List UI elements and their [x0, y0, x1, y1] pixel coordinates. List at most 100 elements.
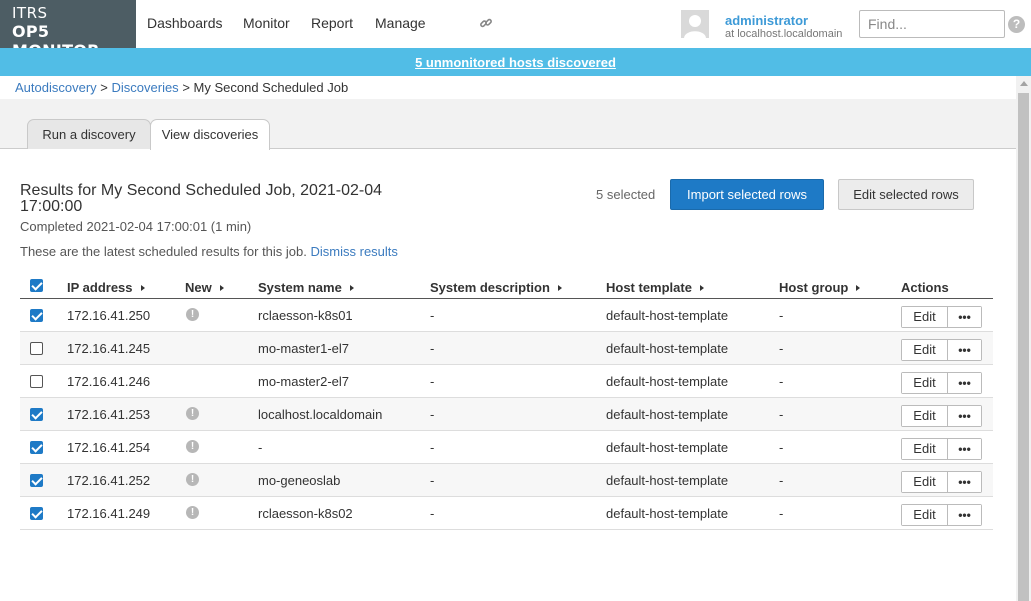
column-ip-label: IP address [67, 280, 133, 295]
user-name[interactable]: administrator [725, 13, 808, 28]
nav-dashboards[interactable]: Dashboards [147, 15, 223, 31]
nav-report[interactable]: Report [311, 15, 353, 31]
unmonitored-hosts-link[interactable]: 5 unmonitored hosts discovered [415, 55, 616, 70]
user-avatar-icon[interactable] [681, 10, 709, 38]
edit-button[interactable]: Edit [902, 340, 948, 360]
user-host: at localhost.localdomain [725, 28, 843, 40]
edit-button[interactable]: Edit [902, 307, 948, 327]
breadcrumb-discoveries[interactable]: Discoveries [112, 80, 179, 95]
row-checkbox[interactable] [30, 474, 43, 487]
table-row: 172.16.41.253 ! localhost.localdomain - … [20, 398, 993, 431]
search-input[interactable] [859, 10, 1005, 38]
system-description: - [430, 473, 435, 488]
ip-address: 172.16.41.249 [67, 506, 151, 521]
host-group: - [779, 407, 784, 422]
breadcrumb-autodiscovery[interactable]: Autodiscovery [15, 80, 97, 95]
nav-monitor[interactable]: Monitor [243, 15, 290, 31]
more-options-icon[interactable]: ••• [948, 472, 981, 492]
system-name: - [258, 440, 263, 455]
column-host-group[interactable]: Host group [779, 280, 861, 295]
new-host-icon: ! [186, 308, 199, 321]
row-actions: Edit ••• [901, 504, 982, 526]
tab-run-a-discovery[interactable]: Run a discovery [27, 119, 151, 149]
sort-arrow-icon [219, 285, 224, 291]
column-ip-address[interactable]: IP address [67, 280, 145, 295]
system-name: mo-master1-el7 [258, 341, 350, 356]
column-host-group-label: Host group [779, 280, 849, 295]
completed-text: Completed 2021-02-04 17:00:01 (1 min) [20, 219, 252, 234]
ip-address: 172.16.41.253 [67, 407, 151, 422]
ip-address: 172.16.41.245 [67, 341, 151, 356]
table-row: 172.16.41.254 ! - - default-host-templat… [20, 431, 993, 464]
logo-line1: ITRS [12, 4, 48, 22]
host-group: - [779, 506, 784, 521]
system-description: - [430, 506, 435, 521]
edit-button[interactable]: Edit [902, 472, 948, 492]
row-checkbox[interactable] [30, 309, 43, 322]
tabs-bar: Run a discovery View discoveries [0, 99, 1016, 150]
column-system-description[interactable]: System description [430, 280, 562, 295]
new-host-icon: ! [186, 506, 199, 519]
table-row: 172.16.41.252 ! mo-geneoslab - default-h… [20, 464, 993, 497]
system-name: rclaesson-k8s01 [258, 308, 353, 323]
column-new-label: New [185, 280, 212, 295]
scrollbar-thumb[interactable] [1018, 93, 1029, 601]
link-icon[interactable] [479, 16, 493, 30]
edit-button[interactable]: Edit [902, 505, 948, 525]
column-host-template-label: Host template [606, 280, 692, 295]
row-actions: Edit ••• [901, 405, 982, 427]
row-checkbox[interactable] [30, 408, 43, 421]
system-description: - [430, 308, 435, 323]
nav-manage[interactable]: Manage [375, 15, 426, 31]
row-checkbox[interactable] [30, 375, 43, 388]
latest-results-label: These are the latest scheduled results f… [20, 244, 307, 259]
table-row: 172.16.41.246 mo-master2-el7 - default-h… [20, 365, 993, 398]
results-table: IP address New System name System descri… [20, 276, 993, 530]
column-system-name[interactable]: System name [258, 280, 354, 295]
op5-logo[interactable]: ITRS OP5 MONITOR [0, 0, 136, 60]
edit-selected-rows-button[interactable]: Edit selected rows [838, 179, 974, 210]
host-template: default-host-template [606, 473, 729, 488]
breadcrumb: Autodiscovery > Discoveries > My Second … [15, 80, 348, 95]
row-actions: Edit ••• [901, 339, 982, 361]
page-scrollbar[interactable] [1016, 76, 1031, 601]
host-template: default-host-template [606, 374, 729, 389]
edit-button[interactable]: Edit [902, 373, 948, 393]
column-system-description-label: System description [430, 280, 550, 295]
ip-address: 172.16.41.254 [67, 440, 151, 455]
more-options-icon[interactable]: ••• [948, 406, 981, 426]
row-actions: Edit ••• [901, 471, 982, 493]
row-actions: Edit ••• [901, 372, 982, 394]
more-options-icon[interactable]: ••• [948, 307, 981, 327]
dismiss-results-link[interactable]: Dismiss results [311, 244, 398, 259]
selected-count: 5 selected [596, 187, 656, 202]
tab-view-discoveries[interactable]: View discoveries [150, 119, 270, 150]
more-options-icon[interactable]: ••• [948, 340, 981, 360]
breadcrumb-separator: > [100, 80, 108, 95]
host-template: default-host-template [606, 440, 729, 455]
row-actions: Edit ••• [901, 438, 982, 460]
host-group: - [779, 374, 784, 389]
edit-button[interactable]: Edit [902, 406, 948, 426]
import-selected-rows-button[interactable]: Import selected rows [670, 179, 824, 210]
column-new[interactable]: New [185, 280, 224, 295]
scroll-up-icon[interactable] [1020, 81, 1028, 86]
host-group: - [779, 473, 784, 488]
help-icon[interactable]: ? [1008, 16, 1025, 33]
column-host-template[interactable]: Host template [606, 280, 704, 295]
more-options-icon[interactable]: ••• [948, 439, 981, 459]
row-checkbox[interactable] [30, 507, 43, 520]
host-template: default-host-template [606, 341, 729, 356]
more-options-icon[interactable]: ••• [948, 373, 981, 393]
row-actions: Edit ••• [901, 306, 982, 328]
sort-arrow-icon [856, 285, 861, 291]
row-checkbox[interactable] [30, 441, 43, 454]
more-options-icon[interactable]: ••• [948, 505, 981, 525]
system-name: localhost.localdomain [258, 407, 383, 422]
row-checkbox[interactable] [30, 342, 43, 355]
select-all-checkbox[interactable] [30, 279, 43, 292]
table-header: IP address New System name System descri… [20, 276, 993, 299]
edit-button[interactable]: Edit [902, 439, 948, 459]
system-name: mo-geneoslab [258, 473, 341, 488]
notification-banner: 5 unmonitored hosts discovered [0, 48, 1031, 76]
